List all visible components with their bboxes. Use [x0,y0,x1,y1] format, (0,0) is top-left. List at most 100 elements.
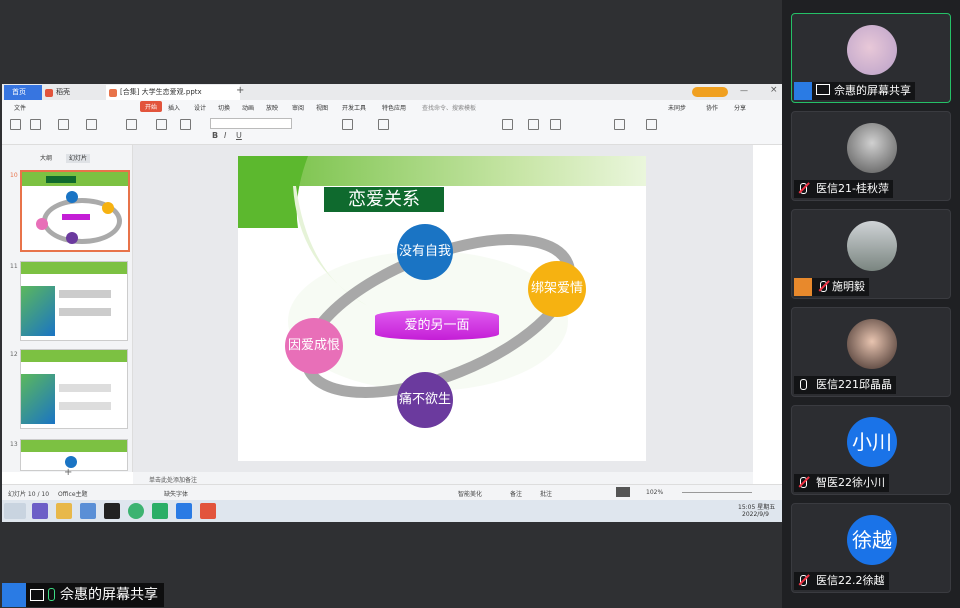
node-left: 因爱成恨 [285,318,343,374]
participant-name: 智医22徐小川 [816,476,885,489]
start-button[interactable] [4,503,26,519]
app-icon[interactable] [56,503,72,519]
bullets-icon[interactable] [342,119,353,130]
slide-number: 10 [10,172,18,179]
node-top: 没有自我 [397,224,453,280]
menu-start[interactable]: 开始 [140,101,163,112]
slide-number: 11 [10,263,18,270]
select-icon[interactable] [646,119,657,130]
notes-bar[interactable]: 单击此处添加备注 [133,472,753,484]
center-label: 爱的另一面 [404,318,470,333]
menu-review[interactable]: 审阅 [292,103,304,112]
slide-thumbnail[interactable] [20,349,128,429]
panel-tabs: 大纲 幻灯片 [40,153,90,163]
share-button[interactable]: 分享 [734,103,746,112]
zoom-level[interactable]: 102% [646,489,663,496]
menu-slideshow[interactable]: 放映 [266,103,278,112]
avatar: 小川 [847,417,897,467]
notes-toggle[interactable]: 备注 [510,489,522,498]
tab-slides[interactable]: 幻灯片 [65,154,90,163]
italic-icon[interactable]: I [224,131,226,140]
cut-icon[interactable] [30,119,41,130]
mic-muted-icon [820,281,827,292]
menu-animation[interactable]: 动画 [242,103,254,112]
ppt-icon [109,89,117,97]
menu-transition[interactable]: 切换 [218,103,230,112]
menu-bar: 文件 开始 插入 设计 切换 动画 放映 审阅 视图 开发工具 特色应用 查找命… [2,100,782,114]
menu-devtools[interactable]: 开发工具 [342,103,366,112]
numbering-icon[interactable] [378,119,389,130]
participant-tile[interactable]: 医信21-桂秋萍 [791,111,951,201]
notes-placeholder: 单击此处添加备注 [149,477,198,484]
slide-thumbnail[interactable] [20,170,130,252]
bold-icon[interactable]: B [212,131,218,140]
shape-icon[interactable] [528,119,539,130]
tab-document[interactable]: [合集] 大学生恋爱观.pptx [106,85,240,100]
participant-namebar: 医信21-桂秋萍 [794,180,893,198]
arrange-icon[interactable] [550,119,561,130]
textbox-icon[interactable] [502,119,513,130]
screen-share-text: 佘惠的屏幕共享 [60,587,158,603]
reset-icon[interactable] [180,119,191,130]
menu-view[interactable]: 视图 [316,103,328,112]
layout-icon[interactable] [126,119,137,130]
qq-icon[interactable] [104,503,120,519]
node-bottom: 痛不欲生 [397,372,453,428]
app-icon[interactable] [32,503,48,519]
participant-tile[interactable]: 医信221邱晶晶 [791,307,951,397]
wechat-icon[interactable] [152,503,168,519]
menu-file[interactable]: 文件 [14,103,26,112]
comments-toggle[interactable]: 批注 [540,489,552,498]
ribbon-toolbar: B I U [2,114,782,145]
menu-search[interactable]: 查找命令、搜索模板 [422,103,476,112]
clock-date: 2022/9/9 [742,511,769,518]
add-slide-icon[interactable]: + [64,467,72,478]
participant-name: 医信221邱晶晶 [816,378,892,391]
app-icon[interactable] [128,503,144,519]
close-icon[interactable]: × [770,85,778,95]
mic-muted-icon [800,183,807,194]
menu-insert[interactable]: 插入 [168,103,180,112]
participant-list: 佘惠的屏幕共享 医信21-桂秋萍 施明毅 医信221邱晶晶 小川 智医22徐小川… [782,0,960,608]
section-icon[interactable] [156,119,167,130]
avatar [847,221,897,271]
participant-tile[interactable]: 徐越 医信22.2徐越 [791,503,951,593]
participant-tile[interactable]: 施明毅 [791,209,951,299]
mic-muted-icon [800,477,807,488]
zoom-slider[interactable] [682,492,752,493]
participant-tile[interactable]: 小川 智医22徐小川 [791,405,951,495]
participant-tile[interactable]: 佘惠的屏幕共享 [791,13,951,103]
tencent-meeting-icon[interactable] [176,503,192,519]
new-slide-icon[interactable] [86,119,97,130]
minimize-icon[interactable]: — [740,86,748,95]
sync-status[interactable]: 未同步 [668,103,686,112]
font-select[interactable] [210,118,292,129]
missing-font-button[interactable]: 缺失字体 [164,489,188,498]
avatar: 徐越 [847,515,897,565]
find-icon[interactable] [614,119,625,130]
smart-beautify-button[interactable]: 智能美化 [458,489,482,498]
screen-share-icon [816,84,830,95]
tab-outline[interactable]: 大纲 [40,155,52,162]
wps-taskbar-icon[interactable] [200,503,216,519]
menu-features[interactable]: 特色应用 [382,103,406,112]
tab-workspace[interactable]: 稻壳 [42,85,102,100]
menu-design[interactable]: 设计 [194,103,206,112]
login-badge[interactable] [692,87,728,97]
slide-info: 幻灯片 10 / 10 [8,491,50,498]
participant-namebar: 智医22徐小川 [794,474,889,492]
participant-name: 施明毅 [832,280,865,293]
slide-thumbnail[interactable] [20,261,128,341]
collab-button[interactable]: 协作 [706,103,718,112]
tab-home[interactable]: 首页 [4,85,42,100]
tab-document-label: [合集] 大学生恋爱观.pptx [120,88,202,96]
app-icon[interactable] [80,503,96,519]
participant-name: 医信21-桂秋萍 [816,182,889,195]
underline-icon[interactable]: U [236,131,242,140]
new-tab-icon[interactable]: + [236,85,244,96]
slide-thumbnail[interactable] [20,439,128,471]
paste-icon[interactable] [10,119,21,130]
play-button[interactable] [616,487,630,497]
format-painter-icon[interactable] [58,119,69,130]
slide-panel: 大纲 幻灯片 10 11 12 13 + [2,145,133,478]
